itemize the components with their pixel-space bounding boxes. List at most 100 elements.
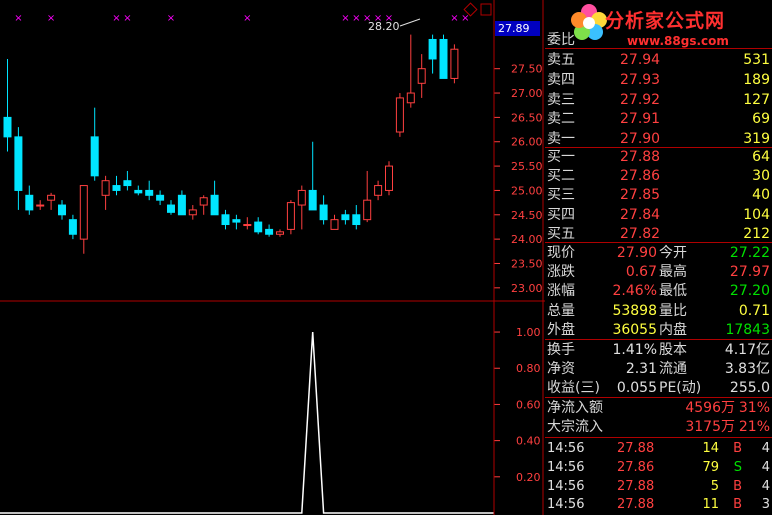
indicator-line	[0, 332, 494, 514]
price-axis: 27.50 27.00 26.50 26.00 25.50 25.00 24.50 24.00…	[494, 63, 543, 295]
tick-side: B	[733, 441, 742, 456]
tick-time: 14:56	[547, 497, 585, 513]
ask-label: 卖三	[547, 91, 575, 108]
quote-value: 27.20	[729, 283, 770, 300]
bid-volume: 64	[752, 149, 770, 165]
bid-price: 27.85	[620, 187, 661, 204]
candle-body	[417, 68, 426, 84]
fundamental-value: 1.41%	[612, 342, 657, 358]
ask-volume: 127	[743, 91, 770, 108]
tick-row: 14:56 27.88 5 B 4	[545, 477, 772, 497]
candle-body	[297, 189, 306, 206]
bid-row: 买一 27.88 64	[545, 147, 772, 167]
axis-tick-label: 23.50	[511, 257, 543, 270]
quote-value: 0.67	[625, 264, 657, 281]
signal-marker: ×	[14, 13, 22, 24]
fundamental-value: 4.17亿	[724, 342, 770, 358]
axis-tick-label: 1.00	[516, 326, 541, 339]
indicator-chart	[0, 332, 494, 514]
ask-label: 卖二	[547, 111, 575, 128]
candle-body	[79, 185, 88, 240]
quote-label: 涨跌	[547, 264, 575, 281]
candle-body	[276, 231, 284, 235]
bid-price: 27.86	[620, 168, 661, 185]
candle-body	[406, 92, 415, 104]
bid-price: 27.88	[620, 149, 661, 165]
signal-marker: ×	[47, 13, 55, 24]
ask-row: 卖三 27.92 127	[545, 90, 772, 110]
bid-volume: 30	[752, 168, 770, 185]
fundamental-label: 换手	[547, 342, 575, 358]
tick-volume: 11	[702, 497, 719, 513]
axis-tick-label: 0.80	[516, 362, 541, 375]
signal-marker: ×	[123, 13, 131, 24]
axis-tick-label: 24.50	[511, 209, 543, 222]
fundamental-row: 净资 2.31 流通 3.83亿	[545, 359, 772, 379]
signal-marker: ×	[341, 13, 349, 24]
quote-label: 最高	[659, 264, 687, 281]
candle-body	[25, 194, 34, 211]
candle-body	[101, 180, 110, 196]
candle-body	[450, 48, 459, 79]
quote-row: 外盘 36055 内盘 17843	[545, 320, 772, 340]
candle-body	[232, 219, 241, 223]
tick-time: 14:56	[547, 478, 585, 494]
ask-label: 卖四	[547, 71, 575, 88]
candle-body	[47, 194, 56, 201]
fundamental-value: 255.0	[729, 380, 770, 397]
candle-body	[123, 180, 132, 187]
tick-price: 27.88	[617, 497, 655, 513]
candle-body	[36, 204, 45, 207]
order-ratio-label: 委比	[547, 32, 575, 48]
peak-price-label: 28.20	[368, 20, 400, 33]
signal-marker: ×	[243, 13, 251, 24]
tick-count: 4	[761, 441, 770, 456]
axis-tick-label: 25.50	[511, 160, 543, 173]
candle-body	[3, 116, 12, 138]
bid-row: 买三 27.85 40	[545, 185, 772, 205]
candle-body	[385, 165, 393, 191]
tick-side: S	[733, 459, 742, 475]
quote-label: 最低	[659, 283, 687, 300]
tick-count: 4	[761, 459, 770, 475]
tick-price: 27.88	[617, 478, 655, 494]
quote-value: 53898	[612, 302, 657, 319]
bid-price: 27.82	[620, 225, 661, 242]
candle-body	[177, 194, 186, 216]
tick-time: 14:56	[547, 459, 585, 475]
quote-value: 0.71	[738, 302, 770, 319]
ask-volume: 69	[752, 111, 770, 128]
candle-body	[14, 136, 23, 191]
axis-tick-label: 0.60	[516, 398, 541, 411]
candle-body	[156, 194, 165, 201]
candle-body	[308, 189, 317, 211]
peak-arrow	[399, 18, 421, 27]
bid-volume: 104	[743, 206, 770, 223]
quote-value: 36055	[612, 321, 657, 338]
quote-value: 2.46%	[612, 283, 657, 300]
divider	[545, 48, 772, 49]
fundamental-label: PE(动)	[659, 380, 702, 397]
tick-row: 14:56 27.86 79 S 4	[545, 458, 772, 478]
bid-label: 买一	[547, 149, 575, 165]
ask-row: 卖四 27.93 189	[545, 70, 772, 90]
tick-volume: 14	[702, 441, 719, 456]
candle-body	[145, 189, 154, 196]
candle-body	[199, 197, 208, 206]
bid-label: 买四	[547, 206, 575, 223]
ask-price: 27.93	[620, 71, 661, 88]
flow-row: 净流入额 4596万 31%	[545, 398, 772, 418]
bid-row: 买四 27.84 104	[545, 205, 772, 225]
quote-row: 总量 53898 量比 0.71	[545, 301, 772, 321]
quote-value: 17843	[725, 321, 770, 338]
tick-count: 4	[761, 478, 770, 494]
ask-label: 卖五	[547, 52, 575, 68]
candle-body	[58, 204, 66, 216]
candle-body	[68, 219, 77, 235]
ask-row: 卖五 27.94 531	[545, 50, 772, 70]
tick-time: 14:56	[547, 441, 585, 456]
tick-side: B	[733, 497, 742, 513]
candle-body	[395, 97, 404, 133]
candlestick-chart: × × × × × × × × × × × × ×28.20	[3, 13, 469, 254]
axis-tick-label: 27.50	[511, 63, 543, 76]
